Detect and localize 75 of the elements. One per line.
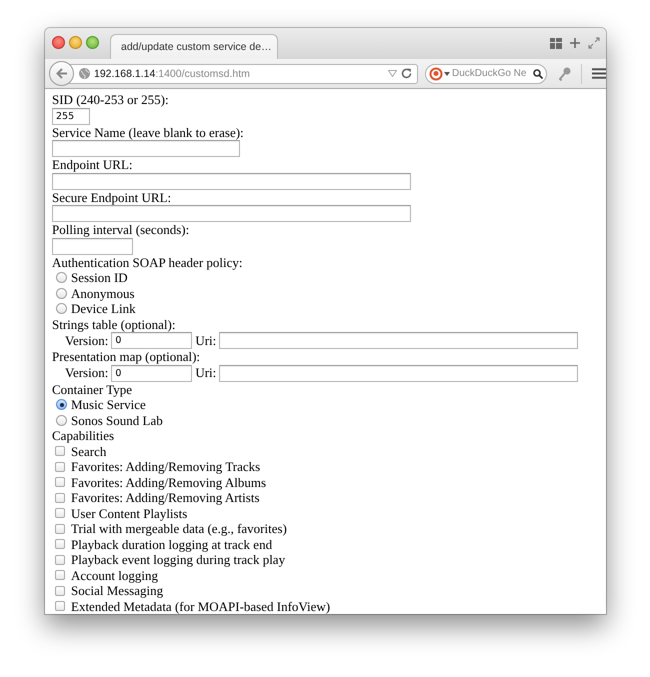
uri-field[interactable] (219, 364, 578, 382)
text-field[interactable] (52, 205, 411, 222)
field-label: Polling interval (seconds): (52, 222, 190, 238)
field-label: SID (240-253 or 255): (52, 92, 170, 108)
checkbox[interactable] (55, 492, 65, 503)
group-label: Authentication SOAP header policy: (52, 254, 244, 270)
checkbox[interactable] (55, 446, 65, 456)
url-text: 192.168.1.14:1400/customsd.htm (94, 68, 251, 80)
search-field[interactable]: DuckDuckGo Ne (425, 64, 547, 84)
checkbox[interactable] (55, 462, 65, 472)
option-label: Anonymous (71, 286, 135, 301)
option-label: Favorites: Adding/Removing Tracks (71, 459, 260, 474)
version-field[interactable]: 0 (111, 364, 192, 382)
search-icon[interactable] (533, 68, 543, 78)
close-window-button[interactable] (52, 36, 65, 49)
option-label: Playback duration logging at track end (71, 536, 272, 552)
option-label: Social Messaging (71, 583, 164, 598)
checkbox[interactable] (55, 554, 65, 565)
checkbox[interactable] (55, 508, 65, 518)
checkbox[interactable] (55, 524, 65, 534)
uri-field[interactable] (219, 332, 578, 349)
option-label: Music Service (71, 397, 146, 412)
option-label: Device Link (71, 301, 136, 316)
text-field[interactable] (52, 140, 240, 157)
option-label: Favorites: Adding/Removing Artists (71, 490, 260, 506)
dropdown-icon[interactable] (388, 70, 397, 77)
option-label: Search (71, 444, 106, 459)
field-label: Secure Endpoint URL: (52, 190, 172, 205)
radio-button[interactable] (56, 399, 67, 410)
field-label: Endpoint URL: (52, 157, 134, 172)
menu-icon[interactable] (592, 68, 606, 79)
uri-label: Uri: (195, 365, 216, 381)
field-label: Service Name (leave blank to erase): (52, 124, 245, 140)
new-tab-icon[interactable] (570, 38, 580, 48)
option-label: Playback event logging during track play (71, 552, 286, 568)
version-label: Version: (65, 332, 108, 348)
version-field[interactable]: 0 (111, 332, 192, 349)
option-label: Trial with mergeable data (e.g., favorites) (71, 521, 287, 536)
arrow-icon (56, 68, 68, 79)
radio-button[interactable] (56, 303, 67, 314)
resize-icon[interactable] (588, 37, 600, 49)
back-button[interactable] (49, 61, 74, 86)
option-label: Account logging (71, 568, 158, 583)
option-label: User Content Playlists (71, 506, 188, 521)
radio-button[interactable] (56, 288, 67, 299)
uri-label: Uri: (195, 332, 216, 348)
key-icon[interactable] (559, 66, 571, 80)
search-engine-icon[interactable] (429, 66, 443, 80)
radio-button[interactable] (56, 272, 67, 284)
text-field[interactable]: 255 (52, 108, 90, 124)
checkbox[interactable] (55, 539, 65, 550)
option-label: Favorites: Adding/Removing Albums (71, 474, 266, 490)
field-label: Presentation map (optional): (52, 349, 202, 364)
group-label: Container Type (52, 382, 134, 397)
option-label: Extended Metadata (for MOAPI-based InfoView) (71, 598, 330, 614)
reload-icon[interactable] (401, 68, 412, 79)
browser-tab[interactable]: add/update custom service de… (110, 34, 278, 59)
caret-icon[interactable] (444, 72, 450, 76)
globe-icon (79, 68, 90, 79)
group-label: Capabilities (52, 428, 116, 444)
checkbox[interactable] (55, 586, 65, 596)
grid-icon[interactable] (550, 38, 562, 48)
option-label: Sonos Sound Lab (71, 412, 163, 428)
address-field[interactable]: 192.168.1.14:1400/customsd.htm (69, 64, 418, 84)
field-label: Strings table (optional): (52, 316, 176, 332)
text-field[interactable] (52, 172, 411, 190)
radio-button[interactable] (56, 414, 67, 426)
zoom-window-button[interactable] (86, 36, 99, 49)
minimize-window-button[interactable] (69, 36, 82, 49)
text-field[interactable] (52, 238, 133, 254)
checkbox[interactable] (55, 601, 65, 612)
checkbox[interactable] (55, 477, 65, 488)
checkbox[interactable] (55, 570, 65, 580)
version-label: Version: (65, 365, 108, 381)
option-label: Session ID (71, 270, 128, 286)
